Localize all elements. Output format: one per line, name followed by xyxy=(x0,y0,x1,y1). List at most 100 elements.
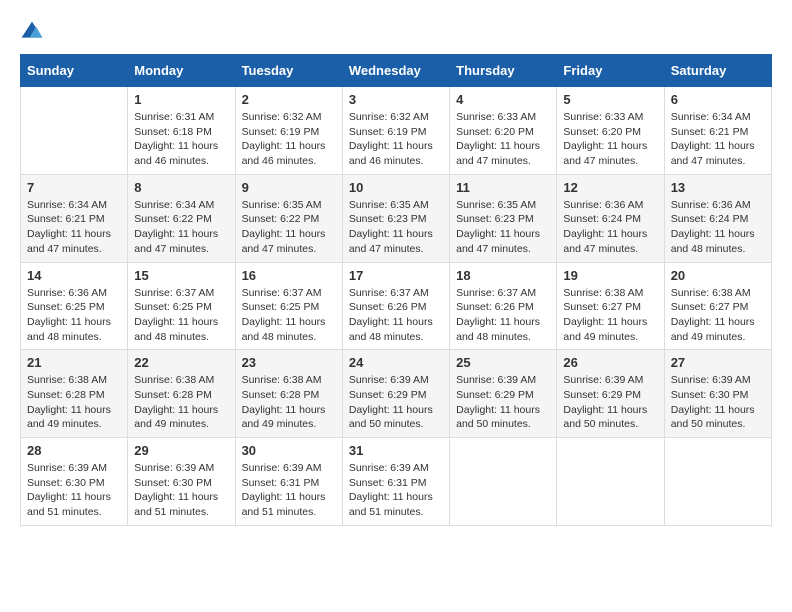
calendar-cell: 27 Sunrise: 6:39 AMSunset: 6:30 PMDayligh… xyxy=(664,350,771,438)
calendar-cell: 1Sunrise: 6:31 AMSunset: 6:18 PMDaylight… xyxy=(128,87,235,175)
page-header xyxy=(20,20,772,44)
calendar-cell: 6 Sunrise: 6:34 AMSunset: 6:21 PMDaylight… xyxy=(664,87,771,175)
day-number: 22 xyxy=(134,355,228,370)
weekday-header-sunday: Sunday xyxy=(21,55,128,87)
calendar-cell xyxy=(664,438,771,526)
day-info: Sunrise: 6:38 AMSunset: 6:28 PMDaylight:… xyxy=(134,373,228,432)
day-info: Sunrise: 6:35 AMSunset: 6:23 PMDaylight:… xyxy=(349,198,443,257)
calendar-cell: 28 Sunrise: 6:39 AMSunset: 6:30 PMDayligh… xyxy=(21,438,128,526)
day-number: 13 xyxy=(671,180,765,195)
calendar-header: SundayMondayTuesdayWednesdayThursdayFrid… xyxy=(21,55,772,87)
day-number: 27 xyxy=(671,355,765,370)
day-info: Sunrise: 6:38 AMSunset: 6:28 PMDaylight:… xyxy=(242,373,336,432)
day-number: 30 xyxy=(242,443,336,458)
week-row-3: 14 Sunrise: 6:36 AMSunset: 6:25 PMDayligh… xyxy=(21,262,772,350)
calendar-cell: 11Sunrise: 6:35 AMSunset: 6:23 PMDayligh… xyxy=(450,174,557,262)
day-number: 7 xyxy=(27,180,121,195)
day-number: 5 xyxy=(563,92,657,107)
calendar-cell: 9 Sunrise: 6:35 AMSunset: 6:22 PMDaylight… xyxy=(235,174,342,262)
day-info: Sunrise: 6:36 AMSunset: 6:25 PMDaylight:… xyxy=(27,286,121,345)
day-number: 18 xyxy=(456,268,550,283)
calendar-cell: 17Sunrise: 6:37 AMSunset: 6:26 PMDayligh… xyxy=(342,262,449,350)
calendar-cell: 2Sunrise: 6:32 AMSunset: 6:19 PMDaylight… xyxy=(235,87,342,175)
calendar-cell: 26 Sunrise: 6:39 AMSunset: 6:29 PMDayligh… xyxy=(557,350,664,438)
day-number: 9 xyxy=(242,180,336,195)
day-info: Sunrise: 6:38 AMSunset: 6:28 PMDaylight:… xyxy=(27,373,121,432)
day-number: 2 xyxy=(242,92,336,107)
calendar-cell: 30 Sunrise: 6:39 AMSunset: 6:31 PMDayligh… xyxy=(235,438,342,526)
week-row-1: 1Sunrise: 6:31 AMSunset: 6:18 PMDaylight… xyxy=(21,87,772,175)
day-info: Sunrise: 6:34 AMSunset: 6:22 PMDaylight:… xyxy=(134,198,228,257)
day-number: 11 xyxy=(456,180,550,195)
calendar-cell: 19Sunrise: 6:38 AMSunset: 6:27 PMDayligh… xyxy=(557,262,664,350)
day-info: Sunrise: 6:39 AMSunset: 6:29 PMDaylight:… xyxy=(349,373,443,432)
weekday-header-thursday: Thursday xyxy=(450,55,557,87)
calendar-cell xyxy=(450,438,557,526)
calendar-cell: 24 Sunrise: 6:39 AMSunset: 6:29 PMDayligh… xyxy=(342,350,449,438)
calendar-cell xyxy=(21,87,128,175)
calendar-cell: 18 Sunrise: 6:37 AMSunset: 6:26 PMDayligh… xyxy=(450,262,557,350)
week-row-5: 28 Sunrise: 6:39 AMSunset: 6:30 PMDayligh… xyxy=(21,438,772,526)
day-number: 25 xyxy=(456,355,550,370)
calendar-cell: 31 Sunrise: 6:39 AMSunset: 6:31 PMDayligh… xyxy=(342,438,449,526)
day-info: Sunrise: 6:35 AMSunset: 6:22 PMDaylight:… xyxy=(242,198,336,257)
weekday-row: SundayMondayTuesdayWednesdayThursdayFrid… xyxy=(21,55,772,87)
day-info: Sunrise: 6:32 AMSunset: 6:19 PMDaylight:… xyxy=(349,110,443,169)
calendar-cell: 14 Sunrise: 6:36 AMSunset: 6:25 PMDayligh… xyxy=(21,262,128,350)
weekday-header-tuesday: Tuesday xyxy=(235,55,342,87)
day-info: Sunrise: 6:36 AMSunset: 6:24 PMDaylight:… xyxy=(563,198,657,257)
day-info: Sunrise: 6:39 AMSunset: 6:30 PMDaylight:… xyxy=(27,461,121,520)
day-info: Sunrise: 6:39 AMSunset: 6:30 PMDaylight:… xyxy=(671,373,765,432)
day-info: Sunrise: 6:37 AMSunset: 6:25 PMDaylight:… xyxy=(134,286,228,345)
calendar-cell: 29 Sunrise: 6:39 AMSunset: 6:30 PMDayligh… xyxy=(128,438,235,526)
calendar-cell: 23 Sunrise: 6:38 AMSunset: 6:28 PMDayligh… xyxy=(235,350,342,438)
day-number: 31 xyxy=(349,443,443,458)
day-info: Sunrise: 6:31 AMSunset: 6:18 PMDaylight:… xyxy=(134,110,228,169)
calendar-cell: 15 Sunrise: 6:37 AMSunset: 6:25 PMDayligh… xyxy=(128,262,235,350)
calendar-cell: 12 Sunrise: 6:36 AMSunset: 6:24 PMDayligh… xyxy=(557,174,664,262)
day-info: Sunrise: 6:39 AMSunset: 6:29 PMDaylight:… xyxy=(456,373,550,432)
day-number: 29 xyxy=(134,443,228,458)
day-number: 20 xyxy=(671,268,765,283)
calendar-cell: 10Sunrise: 6:35 AMSunset: 6:23 PMDayligh… xyxy=(342,174,449,262)
day-info: Sunrise: 6:37 AMSunset: 6:26 PMDaylight:… xyxy=(456,286,550,345)
day-number: 24 xyxy=(349,355,443,370)
day-number: 17 xyxy=(349,268,443,283)
day-info: Sunrise: 6:37 AMSunset: 6:25 PMDaylight:… xyxy=(242,286,336,345)
day-info: Sunrise: 6:39 AMSunset: 6:29 PMDaylight:… xyxy=(563,373,657,432)
day-number: 23 xyxy=(242,355,336,370)
calendar-cell xyxy=(557,438,664,526)
calendar-cell: 25 Sunrise: 6:39 AMSunset: 6:29 PMDayligh… xyxy=(450,350,557,438)
weekday-header-wednesday: Wednesday xyxy=(342,55,449,87)
calendar-body: 1Sunrise: 6:31 AMSunset: 6:18 PMDaylight… xyxy=(21,87,772,526)
calendar-cell: 22 Sunrise: 6:38 AMSunset: 6:28 PMDayligh… xyxy=(128,350,235,438)
day-info: Sunrise: 6:33 AMSunset: 6:20 PMDaylight:… xyxy=(563,110,657,169)
day-info: Sunrise: 6:34 AMSunset: 6:21 PMDaylight:… xyxy=(671,110,765,169)
day-info: Sunrise: 6:38 AMSunset: 6:27 PMDaylight:… xyxy=(563,286,657,345)
calendar-cell: 7 Sunrise: 6:34 AMSunset: 6:21 PMDaylight… xyxy=(21,174,128,262)
day-info: Sunrise: 6:34 AMSunset: 6:21 PMDaylight:… xyxy=(27,198,121,257)
calendar-cell: 16Sunrise: 6:37 AMSunset: 6:25 PMDayligh… xyxy=(235,262,342,350)
calendar-cell: 20 Sunrise: 6:38 AMSunset: 6:27 PMDayligh… xyxy=(664,262,771,350)
day-info: Sunrise: 6:39 AMSunset: 6:30 PMDaylight:… xyxy=(134,461,228,520)
weekday-header-friday: Friday xyxy=(557,55,664,87)
calendar-cell: 13 Sunrise: 6:36 AMSunset: 6:24 PMDayligh… xyxy=(664,174,771,262)
day-info: Sunrise: 6:33 AMSunset: 6:20 PMDaylight:… xyxy=(456,110,550,169)
day-info: Sunrise: 6:38 AMSunset: 6:27 PMDaylight:… xyxy=(671,286,765,345)
day-number: 28 xyxy=(27,443,121,458)
day-number: 6 xyxy=(671,92,765,107)
day-number: 12 xyxy=(563,180,657,195)
day-number: 3 xyxy=(349,92,443,107)
day-info: Sunrise: 6:36 AMSunset: 6:24 PMDaylight:… xyxy=(671,198,765,257)
day-number: 8 xyxy=(134,180,228,195)
calendar-cell: 4 Sunrise: 6:33 AMSunset: 6:20 PMDaylight… xyxy=(450,87,557,175)
day-number: 14 xyxy=(27,268,121,283)
week-row-4: 21Sunrise: 6:38 AMSunset: 6:28 PMDayligh… xyxy=(21,350,772,438)
calendar-cell: 21Sunrise: 6:38 AMSunset: 6:28 PMDayligh… xyxy=(21,350,128,438)
weekday-header-saturday: Saturday xyxy=(664,55,771,87)
day-number: 26 xyxy=(563,355,657,370)
day-number: 4 xyxy=(456,92,550,107)
day-info: Sunrise: 6:39 AMSunset: 6:31 PMDaylight:… xyxy=(349,461,443,520)
day-info: Sunrise: 6:39 AMSunset: 6:31 PMDaylight:… xyxy=(242,461,336,520)
day-number: 15 xyxy=(134,268,228,283)
